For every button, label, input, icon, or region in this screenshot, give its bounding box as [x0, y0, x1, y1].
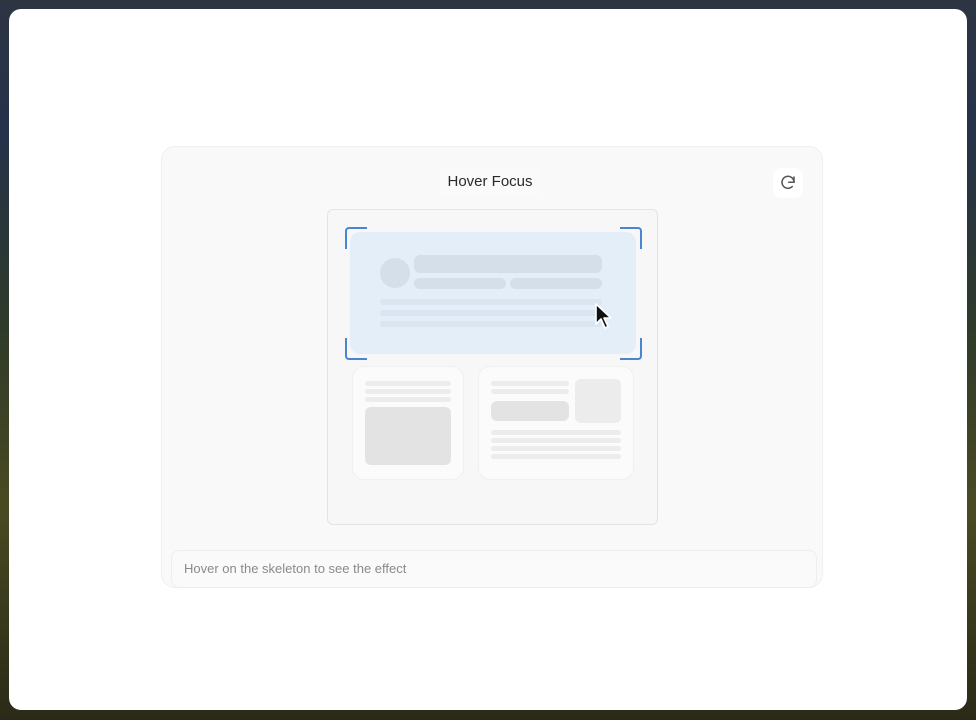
focus-corner-bottom-right — [620, 338, 642, 360]
skeleton-text-line — [365, 381, 451, 386]
skeleton-title-bar — [414, 255, 602, 273]
skeleton-text-line — [380, 299, 602, 305]
skeleton-text-line — [491, 454, 621, 459]
skeleton-text-line — [380, 321, 602, 327]
status-bar: Hover on the skeleton to see the effect — [171, 550, 817, 588]
focused-skeleton-block[interactable] — [350, 232, 636, 354]
skeleton-text-line — [491, 430, 621, 435]
skeleton-thumbnail — [575, 379, 621, 423]
skeleton-image — [365, 407, 451, 465]
app-window: Hover Focus Hover on the skeleton to see… — [9, 9, 967, 710]
mouse-cursor-icon — [595, 303, 612, 329]
skeleton-text-line — [491, 446, 621, 451]
skeleton-avatar — [380, 258, 410, 288]
skeleton-meta-bar — [510, 278, 602, 289]
skeleton-card-right[interactable] — [478, 366, 634, 480]
focus-corner-bottom-left — [345, 338, 367, 360]
refresh-icon — [781, 175, 795, 190]
skeleton-text-line — [491, 389, 569, 394]
skeleton-text-line — [365, 397, 451, 402]
skeleton-text-line — [491, 438, 621, 443]
focus-corner-top-left — [345, 227, 367, 249]
skeleton-meta-bar — [414, 278, 506, 289]
skeleton-text-line — [365, 389, 451, 394]
skeleton-card-left[interactable] — [352, 366, 464, 480]
focus-corner-top-right — [620, 227, 642, 249]
demo-card: Hover Focus Hover on the skeleton to see… — [161, 146, 823, 588]
skeleton-stage[interactable] — [327, 209, 658, 525]
skeleton-tag — [491, 401, 569, 421]
status-text: Hover on the skeleton to see the effect — [184, 561, 407, 576]
demo-title: Hover Focus — [439, 167, 541, 197]
skeleton-text-line — [380, 310, 602, 316]
refresh-button[interactable] — [773, 168, 803, 198]
skeleton-text-line — [491, 381, 569, 386]
